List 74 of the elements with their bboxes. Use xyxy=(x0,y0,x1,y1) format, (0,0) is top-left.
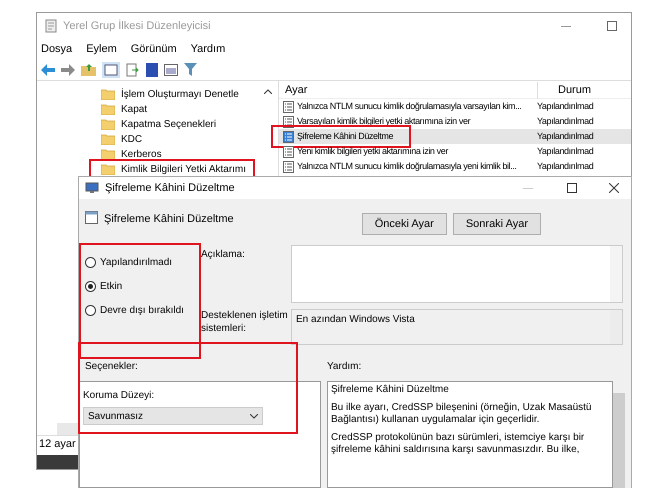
help-text: Bu ilke ayarı, CredSSP bileşenini (örneğin, Uzak Masaüstü Bağlantısı) kullanan uygulamalar için geçerlidir. xyxy=(331,402,592,426)
folder-icon xyxy=(101,148,115,160)
folder-icon xyxy=(101,133,115,145)
setting-name: Yalnızca NTLM sunucu kimlik doğrulamasıyla yeni kimlik bil... xyxy=(297,160,517,173)
list-row[interactable]: Yeni kimlik bilgileri yetki aktarımına izin ver Yapılandırılmad xyxy=(279,144,631,159)
radio-label: Devre dışı bırakıldı xyxy=(100,304,184,318)
policy-icon xyxy=(283,130,294,142)
folder-icon xyxy=(101,103,115,115)
setting-name: Şifreleme Kâhini Düzeltme xyxy=(297,130,394,143)
back-arrow-icon[interactable] xyxy=(41,64,55,76)
dialog-title: Şifreleme Kâhini Düzeltme xyxy=(105,180,235,196)
panel-icon[interactable] xyxy=(164,64,178,76)
status-cell-text: Yapılandırılmad xyxy=(537,144,594,158)
document-icon xyxy=(45,19,57,33)
menu-item[interactable]: Dosya xyxy=(41,40,72,58)
setting-icon xyxy=(85,211,98,224)
field-label: Desteklenen işletim sistemleri: xyxy=(200,309,289,336)
radio-button[interactable] xyxy=(85,305,96,316)
supported-text: En azından Windows Vista xyxy=(295,313,415,327)
setting-name: Varsayılan kimlik bilgileri yetki aktarımına izin ver xyxy=(297,114,470,128)
maximize-icon[interactable] xyxy=(567,183,577,193)
forward-arrow-icon[interactable] xyxy=(61,64,75,76)
status-cell-text: Yapılandırılmad xyxy=(537,160,594,173)
folder-icon xyxy=(101,88,115,100)
field-label: Açıklama: xyxy=(200,248,246,262)
help-text: CredSSP protokolünün bazı sürümleri, istemciye karşı bir şifreleme kâhini saldırısına karşı savunmasızdır. Bu ilke, xyxy=(331,432,586,456)
section-label: Yardım: xyxy=(327,360,362,374)
nav-button[interactable]: Önceki Ayar xyxy=(362,213,447,235)
menu-item[interactable]: Görünüm xyxy=(130,40,177,58)
column-header[interactable]: Durum xyxy=(537,82,631,99)
help-text: Şifreleme Kâhini Düzeltme xyxy=(331,384,450,396)
help-icon[interactable] xyxy=(146,62,158,76)
tree-item[interactable]: Kapatma Seçenekleri xyxy=(121,116,216,132)
panel-icon[interactable] xyxy=(102,62,120,78)
radio-label: Etkin xyxy=(100,280,122,294)
scroll-up-icon[interactable] xyxy=(264,89,272,94)
close-icon[interactable] xyxy=(609,183,619,193)
status-cell-text: Yapılandırılmad xyxy=(537,130,594,143)
radio-label: Yapılandırılmadı xyxy=(100,256,172,270)
list-row[interactable]: Yalnızca NTLM sunucu kimlik doğrulamasıyla varsayılan kim... Yapılandırılmad xyxy=(279,99,631,114)
vertical-scrollbar[interactable] xyxy=(613,393,625,488)
setting-name: Yeni kimlik bilgileri yetki aktarımına izin ver xyxy=(297,144,448,158)
tree-item[interactable]: İşlem Oluşturmayı Denetle xyxy=(121,86,239,102)
menu-item[interactable]: Yardım xyxy=(190,40,226,58)
monitor-icon xyxy=(85,182,99,194)
chevron-down-icon xyxy=(250,414,258,418)
tree-item[interactable]: Kerberos xyxy=(121,146,162,162)
policy-icon xyxy=(283,146,294,158)
setting-name: Yalnızca NTLM sunucu kimlik doğrulamasıyla varsayılan kim... xyxy=(297,100,522,113)
field-label: Koruma Düzeyi: xyxy=(83,389,156,403)
nav-button[interactable]: Sonraki Ayar xyxy=(452,213,541,235)
menu-item[interactable]: Eylem xyxy=(86,40,117,58)
policy-icon xyxy=(283,160,294,172)
folder-up-icon[interactable] xyxy=(81,63,96,76)
radio-button[interactable] xyxy=(85,281,96,292)
maximize-icon[interactable] xyxy=(607,21,617,31)
scrollbar-drawing xyxy=(610,246,622,302)
tree-item[interactable]: Kapat xyxy=(121,102,148,116)
radio-button[interactable] xyxy=(85,257,96,268)
status-cell-text: Yapılandırılmad xyxy=(537,100,594,113)
tree-item[interactable]: KDC xyxy=(121,132,142,146)
policy-icon xyxy=(283,100,294,112)
window-title: Yerel Grup İlkesi Düzenleyicisi xyxy=(63,18,211,34)
section-label: Seçenekler: xyxy=(84,360,139,374)
export-icon[interactable] xyxy=(126,62,140,76)
folder-icon xyxy=(101,118,115,130)
setting-header: Şifreleme Kâhini Düzeltme xyxy=(104,212,234,227)
column-header[interactable]: Ayar xyxy=(279,82,537,99)
level-dropdown[interactable]: Savunmasız xyxy=(83,407,263,425)
filter-icon[interactable] xyxy=(184,63,197,76)
list-row[interactable]: Varsayılan kimlik bilgileri yetki aktarımına izin ver Yapılandırılmad xyxy=(279,114,631,129)
list-row[interactable]: Yalnızca NTLM sunucu kimlik doğrulamasıyla yeni kimlik bil... Yapılandırılmad xyxy=(279,159,631,174)
tree-item[interactable]: Kimlik Bilgileri Yetki Aktarımı xyxy=(121,162,246,176)
status-cell-text: Yapılandırılmad xyxy=(537,114,594,128)
